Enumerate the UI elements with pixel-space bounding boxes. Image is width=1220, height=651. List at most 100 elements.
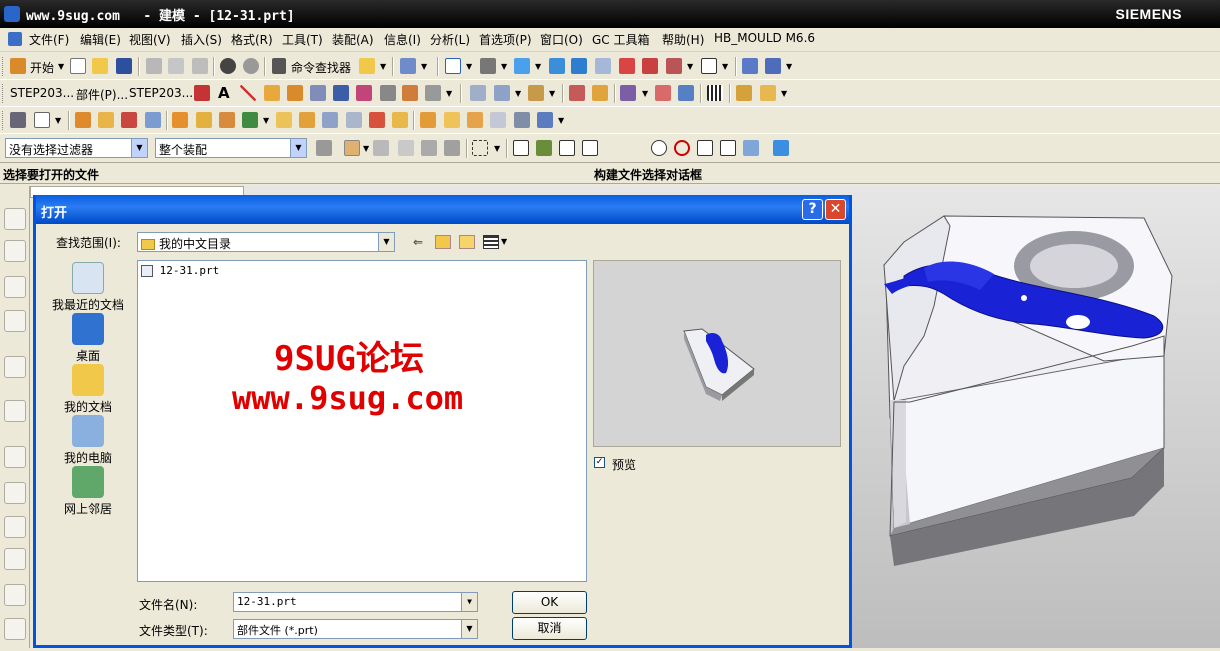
chamfer-icon[interactable] (444, 112, 460, 128)
assembly-filter-icon[interactable] (316, 140, 332, 156)
clock-icon[interactable] (4, 446, 26, 468)
render-style-icon[interactable] (480, 58, 496, 74)
snap-point-icon[interactable] (513, 140, 529, 156)
surface-icon[interactable] (310, 85, 326, 101)
chevron-down-icon[interactable]: ▼ (642, 89, 648, 98)
chevron-down-icon[interactable]: ▼ (515, 89, 521, 98)
palette-icon[interactable] (4, 516, 26, 538)
chevron-down-icon[interactable]: ▼ (58, 62, 64, 71)
fit-view-icon[interactable] (445, 58, 461, 74)
step203-export-button[interactable]: STEP203... (129, 86, 193, 100)
arc-center-icon[interactable] (651, 140, 667, 156)
rectangle-select-icon[interactable] (472, 140, 488, 156)
preview-checkbox[interactable]: ✓ (594, 457, 605, 468)
mid-point-icon[interactable] (582, 140, 598, 156)
background-icon[interactable] (701, 58, 717, 74)
list-item[interactable]: 12-31.prt (141, 264, 219, 277)
shaded-icon[interactable] (514, 58, 530, 74)
mirror-icon[interactable] (537, 112, 553, 128)
chevron-down-icon[interactable]: ▼ (558, 116, 564, 125)
analysis-icon[interactable] (592, 85, 608, 101)
new-folder-icon[interactable] (459, 235, 475, 249)
place-my-computer[interactable]: 我的电脑 (44, 415, 132, 466)
control-point-icon[interactable] (605, 140, 621, 156)
chevron-down-icon[interactable]: ▼ (501, 237, 507, 246)
selection-icon[interactable] (400, 58, 416, 74)
web-browser-icon[interactable] (4, 356, 26, 378)
block-icon[interactable] (172, 112, 188, 128)
box-icon[interactable] (402, 85, 418, 101)
command-finder-button[interactable]: 命令查找器 (291, 59, 351, 76)
chevron-down-icon[interactable]: ▼ (466, 62, 472, 71)
curve-icon[interactable] (287, 85, 303, 101)
grid-icon[interactable] (707, 85, 723, 101)
cone-icon[interactable] (219, 112, 235, 128)
menu-gc-toolbox[interactable]: GC 工具箱 (592, 31, 650, 48)
menu-insert[interactable]: 插入(S) (181, 31, 222, 48)
point-set-icon[interactable] (678, 85, 694, 101)
system-scenes-icon[interactable] (4, 618, 26, 640)
layer-icon[interactable] (742, 58, 758, 74)
constraint-navigator-icon[interactable] (4, 240, 26, 262)
red-cube-icon[interactable] (642, 58, 658, 74)
place-desktop[interactable]: 桌面 (44, 313, 132, 364)
line-icon[interactable] (240, 85, 256, 101)
toolbar-grip[interactable] (2, 84, 5, 103)
chevron-down-icon[interactable]: ▼ (290, 139, 306, 157)
ruler-icon[interactable] (736, 85, 752, 101)
chevron-down-icon[interactable]: ▼ (687, 62, 693, 71)
text-icon[interactable]: A (218, 84, 230, 102)
menu-info[interactable]: 信息(I) (384, 31, 421, 48)
quadrant-icon[interactable] (674, 140, 690, 156)
red-cube-icon[interactable] (666, 58, 682, 74)
lookin-dropdown[interactable]: 我的中文目录 ▼ (137, 232, 395, 252)
chevron-down-icon[interactable]: ▼ (535, 62, 541, 71)
step203-import-button[interactable]: STEP203... (10, 86, 74, 100)
record-icon[interactable] (194, 85, 210, 101)
help-button[interactable]: ? (802, 199, 823, 220)
selection-icon[interactable] (373, 140, 389, 156)
cube-icon[interactable] (773, 140, 789, 156)
wireframe-icon[interactable] (595, 58, 611, 74)
back-arrow-icon[interactable]: ⇐ (413, 235, 429, 249)
chevron-down-icon[interactable]: ▼ (549, 89, 555, 98)
menu-window[interactable]: 窗口(O) (540, 31, 583, 48)
point-icon[interactable] (655, 85, 671, 101)
cut-icon[interactable] (146, 58, 162, 74)
chevron-down-icon[interactable]: ▼ (380, 62, 386, 71)
roles-icon[interactable] (4, 584, 26, 606)
assembly-scope-dropdown[interactable]: 整个装配 ▼ (155, 138, 307, 158)
toolbar-grip[interactable] (2, 111, 5, 130)
select-all-icon[interactable] (398, 140, 414, 156)
subtract-icon[interactable] (392, 112, 408, 128)
menu-format[interactable]: 格式(R) (231, 31, 273, 48)
menu-assembly[interactable]: 装配(A) (332, 31, 374, 48)
edge-blend-icon[interactable] (420, 112, 436, 128)
list-icon[interactable] (494, 85, 510, 101)
chevron-down-icon[interactable]: ▼ (55, 116, 61, 125)
existing-point-icon[interactable] (697, 140, 713, 156)
snap-icon[interactable] (620, 85, 636, 101)
chevron-down-icon[interactable]: ▼ (461, 593, 477, 611)
table-icon[interactable] (470, 85, 486, 101)
save-icon[interactable] (116, 58, 132, 74)
system-materials-icon[interactable] (4, 482, 26, 504)
selection-filter-dropdown[interactable]: 没有选择过滤器 ▼ (5, 138, 148, 158)
menu-help[interactable]: 帮助(H) (662, 31, 704, 48)
chevron-down-icon[interactable]: ▼ (263, 116, 269, 125)
groove-icon[interactable] (346, 112, 362, 128)
trim-icon[interactable] (425, 85, 441, 101)
sketch-icon[interactable] (10, 112, 26, 128)
intersection-icon[interactable] (628, 140, 644, 156)
menu-view[interactable]: 视图(V) (129, 31, 171, 48)
history-icon[interactable] (4, 400, 26, 422)
pattern-icon[interactable] (514, 112, 530, 128)
filetype-dropdown[interactable]: 部件文件 (*.prt) ▼ (233, 619, 478, 639)
copy-icon[interactable] (168, 58, 184, 74)
red-cube-icon[interactable] (619, 58, 635, 74)
new-file-icon[interactable] (70, 58, 86, 74)
menu-tools[interactable]: 工具(T) (282, 31, 323, 48)
pocket-icon[interactable] (276, 112, 292, 128)
chevron-down-icon[interactable]: ▼ (501, 62, 507, 71)
dimension-icon[interactable] (528, 85, 544, 101)
